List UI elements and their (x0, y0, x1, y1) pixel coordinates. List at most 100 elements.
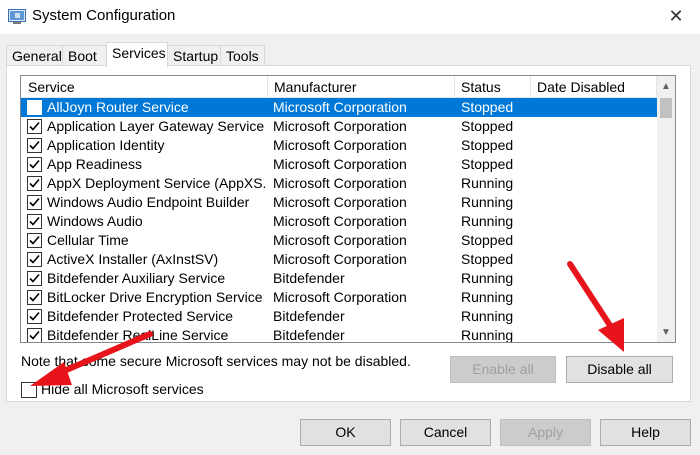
checkmark-icon (29, 121, 40, 131)
hide-microsoft-services-label[interactable]: Hide all Microsoft services (41, 381, 204, 397)
window-title: System Configuration (32, 7, 176, 24)
table-row[interactable]: Application Layer Gateway Service Microso… (21, 117, 657, 136)
table-row[interactable]: Bitdefender Auxiliary Service Bitdefender… (21, 269, 657, 288)
service-status: Running (461, 270, 514, 286)
service-name: AppX Deployment Service (AppXS... (47, 175, 265, 191)
service-status: Running (461, 308, 514, 324)
table-row[interactable]: Bitdefender Protected Service Bitdefender… (21, 307, 657, 326)
table-row[interactable]: App Readiness Microsoft Corporation Stoppe… (21, 155, 657, 174)
list-header: Service Manufacturer Status Date Disable… (21, 76, 657, 98)
table-row[interactable]: Windows Audio Microsoft Corporation Runnin… (21, 212, 657, 231)
service-status: Running (461, 213, 514, 229)
service-manufacturer: Microsoft Corporation (273, 289, 407, 305)
service-status: Stopped (461, 232, 514, 248)
msconfig-icon (8, 9, 26, 24)
service-status: Stopped (461, 251, 514, 267)
service-status: Running (461, 175, 514, 191)
service-checkbox[interactable] (27, 214, 42, 229)
service-checkbox[interactable] (27, 328, 42, 342)
disable-all-button[interactable]: Disable all (566, 356, 673, 383)
table-row[interactable]: Bitdefender RealLine Service Bitdefender R… (21, 326, 657, 343)
tab-boot[interactable]: Boot (62, 45, 107, 66)
service-name: Windows Audio (47, 213, 143, 229)
service-manufacturer: Bitdefender (273, 308, 345, 324)
service-name: ActiveX Installer (AxInstSV) (47, 251, 219, 267)
scroll-up-icon[interactable]: ▲ (657, 78, 675, 96)
service-checkbox[interactable] (27, 157, 42, 172)
close-icon[interactable]: ✕ (662, 4, 690, 30)
service-name: Cellular Time (47, 232, 129, 248)
dialog-body: General Boot Services Startup Tools Serv… (0, 34, 700, 455)
service-manufacturer: Microsoft Corporation (273, 156, 407, 172)
service-manufacturer: Microsoft Corporation (273, 232, 407, 248)
table-row[interactable]: ActiveX Installer (AxInstSV) Microsoft Co… (21, 250, 657, 269)
service-checkbox[interactable] (27, 290, 42, 305)
table-row[interactable]: AllJoyn Router Service Microsoft Corporat… (21, 98, 657, 117)
service-name: Bitdefender Auxiliary Service (47, 270, 226, 286)
service-name: Application Identity (47, 137, 165, 153)
services-panel: Service Manufacturer Status Date Disable… (6, 65, 691, 402)
checkmark-icon (29, 254, 40, 264)
service-checkbox[interactable] (27, 100, 42, 115)
checkmark-icon (29, 273, 40, 283)
table-row[interactable]: Application Identity Microsoft Corporatio… (21, 136, 657, 155)
checkmark-icon (29, 292, 40, 302)
checkmark-icon (29, 311, 40, 321)
service-manufacturer: Bitdefender (273, 270, 345, 286)
service-checkbox[interactable] (27, 309, 42, 324)
hide-microsoft-services-checkbox[interactable] (21, 382, 37, 398)
column-header-manufacturer[interactable]: Manufacturer (267, 76, 454, 98)
service-name: Bitdefender Protected Service (47, 308, 233, 324)
service-name: BitLocker Drive Encryption Service (47, 289, 263, 305)
service-status: Stopped (461, 118, 514, 134)
service-checkbox[interactable] (27, 138, 42, 153)
tab-services[interactable]: Services (106, 42, 168, 67)
service-checkbox[interactable] (27, 195, 42, 210)
vertical-scrollbar[interactable]: ▲ ▼ (657, 76, 675, 342)
service-checkbox[interactable] (27, 119, 42, 134)
column-header-status[interactable]: Status (454, 76, 530, 98)
checkmark-icon (29, 330, 40, 340)
service-name: AllJoyn Router Service (47, 99, 189, 115)
scroll-down-icon[interactable]: ▼ (657, 324, 675, 342)
help-button[interactable]: Help (600, 419, 691, 446)
service-name: Bitdefender RealLine Service (47, 327, 229, 343)
apply-button[interactable]: Apply (500, 419, 591, 446)
tab-startup[interactable]: Startup (167, 45, 221, 66)
checkmark-icon (29, 235, 40, 245)
service-checkbox[interactable] (27, 252, 42, 267)
checkmark-icon (29, 197, 40, 207)
service-rows: AllJoyn Router Service Microsoft Corporat… (21, 98, 657, 343)
enable-all-button[interactable]: Enable all (450, 356, 556, 383)
checkmark-icon (29, 159, 40, 169)
checkmark-icon (29, 216, 40, 226)
service-manufacturer: Microsoft Corporation (273, 194, 407, 210)
scrollbar-thumb[interactable] (660, 98, 672, 118)
tab-tools[interactable]: Tools (220, 45, 265, 66)
cancel-button[interactable]: Cancel (400, 419, 491, 446)
note-text: Note that some secure Microsoft services… (21, 353, 411, 369)
service-status: Running (461, 327, 514, 343)
checkmark-icon (29, 102, 40, 112)
service-name: App Readiness (47, 156, 142, 172)
checkmark-icon (29, 140, 40, 150)
service-manufacturer: Microsoft Corporation (273, 118, 407, 134)
tab-general[interactable]: General (6, 45, 63, 66)
table-row[interactable]: Cellular Time Microsoft Corporation Stoppe… (21, 231, 657, 250)
table-row[interactable]: BitLocker Drive Encryption Service Micros… (21, 288, 657, 307)
service-manufacturer: Microsoft Corporation (273, 251, 407, 267)
service-checkbox[interactable] (27, 176, 42, 191)
column-header-service[interactable]: Service (21, 76, 267, 98)
service-checkbox[interactable] (27, 271, 42, 286)
table-row[interactable]: AppX Deployment Service (AppXS... Microso… (21, 174, 657, 193)
service-name: Application Layer Gateway Service (47, 118, 265, 134)
column-header-date-disabled[interactable]: Date Disabled (530, 76, 657, 98)
service-manufacturer: Microsoft Corporation (273, 175, 407, 191)
service-checkbox[interactable] (27, 233, 42, 248)
service-status: Stopped (461, 156, 514, 172)
services-list[interactable]: Service Manufacturer Status Date Disable… (20, 75, 676, 343)
ok-button[interactable]: OK (300, 419, 391, 446)
table-row[interactable]: Windows Audio Endpoint Builder Microsoft … (21, 193, 657, 212)
service-name: Windows Audio Endpoint Builder (47, 194, 250, 210)
checkmark-icon (29, 178, 40, 188)
